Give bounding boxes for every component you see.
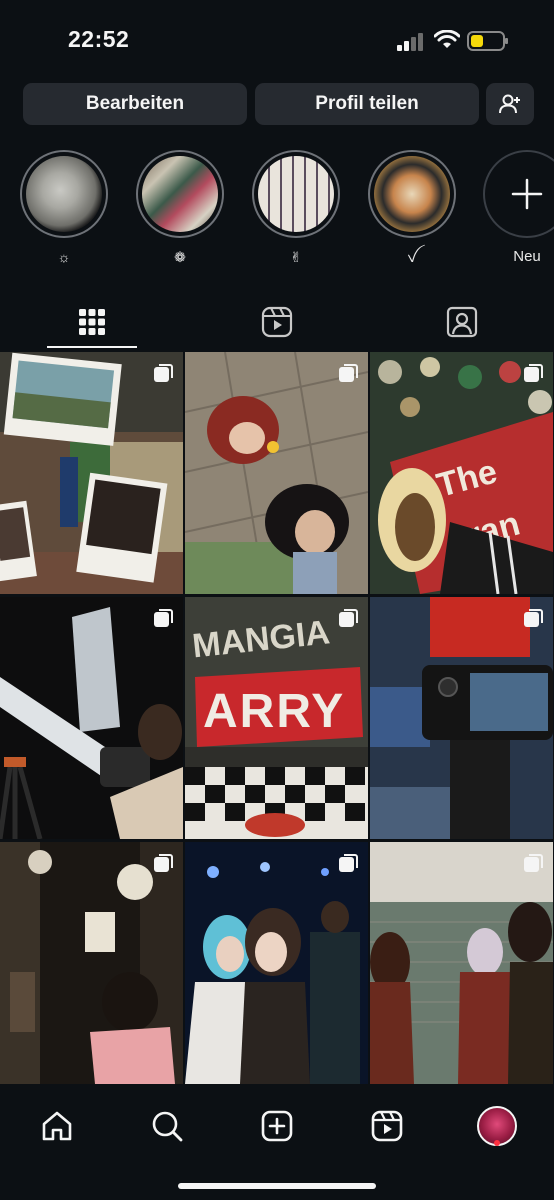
share-profile-button[interactable]: Profil teilen	[255, 83, 479, 125]
tab-reels[interactable]	[185, 296, 369, 348]
status-time: 22:52	[68, 26, 130, 52]
post-graffiti-wall[interactable]: MANGIA ARRY	[185, 597, 368, 839]
create-icon	[261, 1110, 293, 1142]
moon-image	[26, 156, 102, 232]
highlight-label: ☼	[57, 249, 71, 265]
multi-photo-icon	[154, 364, 173, 382]
home-icon	[42, 1111, 72, 1141]
highlight-label: Neu	[513, 248, 541, 265]
highlight-label: ꪜ	[407, 249, 417, 265]
highlight-mural[interactable]: ꪜ	[366, 150, 458, 266]
graffiti-image	[142, 156, 218, 232]
reels-icon	[261, 306, 293, 338]
nav-search[interactable]	[139, 1098, 195, 1154]
grid-icon	[79, 309, 105, 335]
mural-face-image	[374, 156, 450, 232]
multi-photo-icon	[339, 854, 358, 872]
post-telescope-night[interactable]	[0, 597, 183, 839]
nav-home[interactable]	[29, 1098, 85, 1154]
home-indicator	[178, 1183, 376, 1189]
tab-grid[interactable]	[0, 296, 184, 348]
photo-wall-image	[258, 156, 334, 232]
nav-reels[interactable]	[359, 1098, 415, 1154]
post-polaroid-collage[interactable]	[0, 352, 183, 594]
profile-tabs	[0, 296, 554, 350]
highlight-new[interactable]: Neu	[481, 150, 554, 266]
highlight-label: ✌	[290, 249, 302, 265]
battery-icon	[467, 31, 508, 51]
signal-icon	[397, 33, 423, 51]
post-friends-concert[interactable]	[185, 842, 368, 1084]
active-tab-indicator	[47, 346, 137, 348]
highlight-graffiti[interactable]: ❁	[134, 150, 226, 266]
post-tunnel-portrait[interactable]	[370, 842, 553, 1084]
multi-photo-icon	[154, 854, 173, 872]
multi-photo-icon	[339, 609, 358, 627]
post-sticker-wall[interactable]: The ran	[370, 352, 553, 594]
multi-photo-icon	[524, 854, 543, 872]
tab-tagged[interactable]	[370, 296, 554, 348]
add-person-icon	[499, 94, 520, 114]
highlight-label: ❁	[174, 249, 186, 265]
post-top-down-selfie[interactable]	[185, 352, 368, 594]
multi-photo-icon	[154, 609, 173, 627]
discover-people-button[interactable]	[486, 83, 534, 125]
multi-photo-icon	[339, 364, 358, 382]
multi-photo-icon	[524, 609, 543, 627]
svg-text:ARRY: ARRY	[203, 685, 345, 738]
tagged-icon	[446, 306, 478, 338]
nav-create[interactable]	[249, 1098, 305, 1154]
highlight-photo-wall[interactable]: ✌	[250, 150, 342, 266]
notification-dot	[494, 1140, 500, 1146]
highlight-moon[interactable]: ☼	[18, 150, 110, 266]
post-camera-screen[interactable]	[370, 597, 553, 839]
wifi-icon	[434, 30, 460, 48]
search-icon	[152, 1111, 183, 1142]
status-bar: 22:52	[0, 0, 554, 80]
posts-grid: The ran MANGIA ARRY	[0, 352, 554, 1084]
reels-icon	[371, 1110, 403, 1142]
post-dark-bar-interior[interactable]	[0, 842, 183, 1084]
edit-profile-button[interactable]: Bearbeiten	[23, 83, 247, 125]
plus-icon	[511, 178, 543, 210]
multi-photo-icon	[524, 364, 543, 382]
